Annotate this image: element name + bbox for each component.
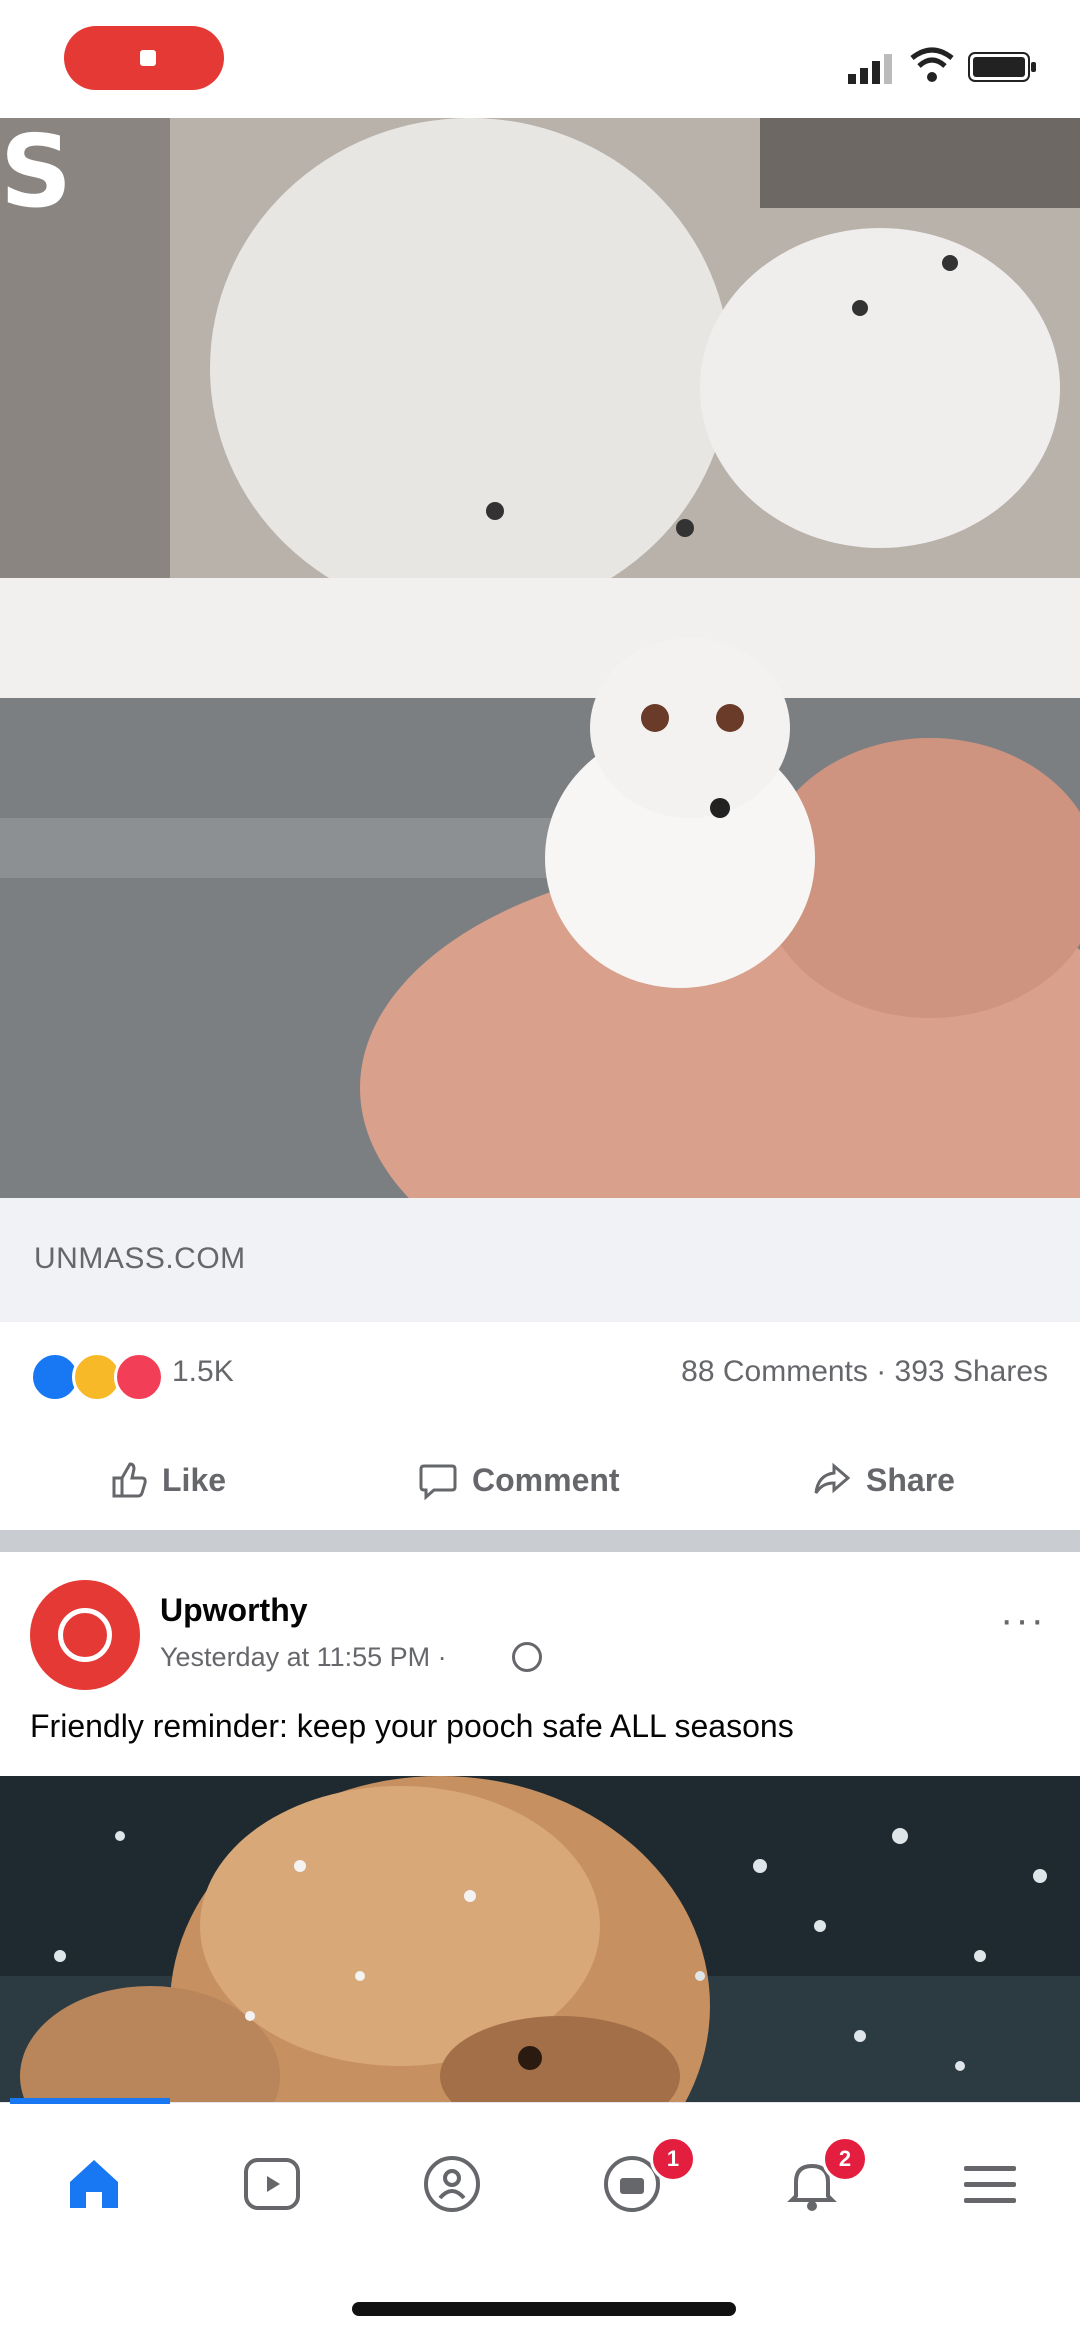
menu-icon	[964, 2166, 1016, 2203]
share-button[interactable]: Share	[812, 1440, 955, 1520]
home-indicator[interactable]	[352, 2302, 736, 2316]
marketplace-badge: 1	[650, 2136, 696, 2182]
like-button[interactable]: Like	[108, 1440, 226, 1520]
globe-icon	[512, 1642, 542, 1672]
like-label: Like	[162, 1461, 227, 1498]
record-icon	[140, 50, 156, 66]
page-name[interactable]: Upworthy	[160, 1592, 308, 1629]
post-photo[interactable]	[0, 1776, 1080, 2102]
svg-text:S: S	[0, 118, 72, 230]
link-domain: UNMASS.COM	[34, 1242, 246, 1275]
cellular-signal-icon	[848, 54, 892, 84]
share-label: Share	[866, 1461, 955, 1498]
post-video-thumbnail[interactable]: S	[0, 118, 1080, 1198]
battery-icon	[968, 52, 1036, 82]
notifications-badge: 2	[822, 2136, 868, 2182]
comment-label: Comment	[472, 1461, 620, 1498]
nav-watch[interactable]	[234, 2146, 310, 2222]
wifi-icon	[910, 47, 954, 82]
nav-home[interactable]	[56, 2146, 132, 2222]
nav-groups[interactable]	[414, 2146, 490, 2222]
share-icon	[814, 1462, 851, 1494]
love-reaction-icon	[114, 1352, 164, 1402]
post-caption: Friendly reminder: keep your pooch safe …	[30, 1708, 794, 1744]
watch-icon	[244, 2158, 300, 2210]
thumbs-up-icon	[112, 1462, 147, 1498]
nav-menu[interactable]	[952, 2146, 1028, 2222]
comment-button[interactable]: Comment	[418, 1440, 620, 1520]
home-icon	[70, 2160, 118, 2208]
more-options-button[interactable]: ···	[1000, 1598, 1046, 1643]
post-separator	[0, 1530, 1080, 1552]
comment-icon	[419, 1464, 457, 1500]
upworthy-logo-icon	[58, 1608, 112, 1662]
reaction-count[interactable]: 1.5K	[172, 1355, 234, 1389]
comments-shares-count[interactable]: 88 Comments · 393 Shares	[681, 1355, 1048, 1389]
post-timestamp[interactable]: Yesterday at 11:55 PM ·	[160, 1642, 447, 1673]
groups-icon	[424, 2156, 480, 2212]
active-tab-indicator	[10, 2098, 170, 2104]
